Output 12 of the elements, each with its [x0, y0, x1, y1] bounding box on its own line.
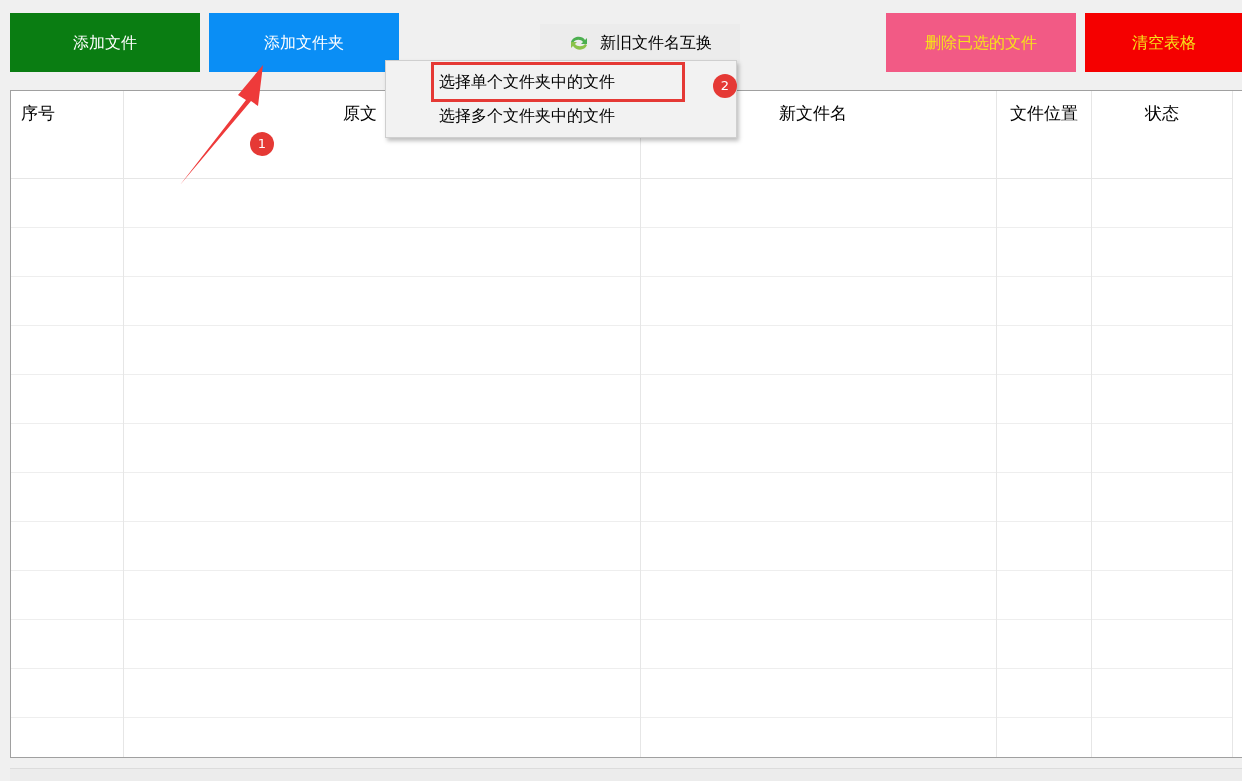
swap-icon: [568, 34, 590, 52]
toolbar-button[interactable]: 清空表格: [1085, 13, 1242, 72]
toolbar-button[interactable]: 添加文件夹: [209, 13, 399, 72]
toolbar-button[interactable]: 添加文件: [10, 13, 200, 72]
column-header: 原文: [343, 103, 377, 123]
column-header: 序号: [21, 103, 55, 123]
column-header: 文件位置: [1010, 103, 1078, 123]
menu-item[interactable]: 选择单个文件夹中的文件: [434, 65, 682, 99]
menu-item[interactable]: 选择多个文件夹中的文件: [434, 99, 682, 133]
column-header: 状态: [1145, 103, 1179, 123]
swap-names-button[interactable]: 新旧文件名互换: [540, 24, 740, 62]
column-header: 新文件名: [779, 103, 847, 123]
